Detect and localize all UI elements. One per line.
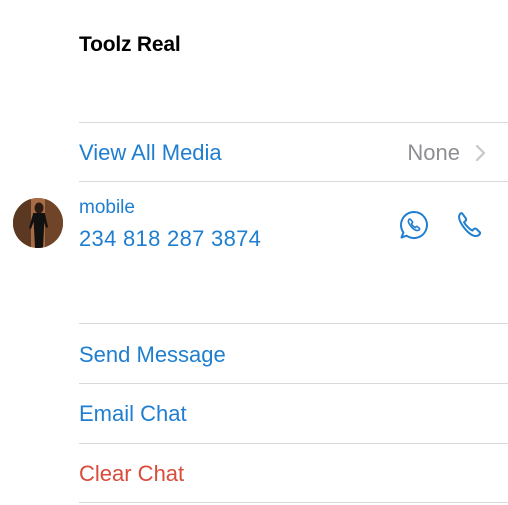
divider xyxy=(79,181,508,182)
divider xyxy=(79,383,508,384)
phone-number[interactable]: 234 818 287 3874 xyxy=(79,226,261,252)
contact-info-screen: Toolz Real View All Media None mobile 23… xyxy=(0,0,508,505)
media-count-value: None xyxy=(407,140,460,165)
divider xyxy=(79,122,508,123)
phone-type-label: mobile xyxy=(79,197,135,218)
contact-name: Toolz Real xyxy=(79,33,181,56)
divider xyxy=(79,323,508,324)
phone-icon[interactable] xyxy=(452,208,486,242)
avatar[interactable] xyxy=(13,198,63,248)
avatar-photo xyxy=(13,198,63,248)
send-message-button[interactable]: Send Message xyxy=(79,342,226,368)
whatsapp-icon[interactable] xyxy=(397,208,431,242)
chevron-right-icon[interactable] xyxy=(472,143,488,163)
divider xyxy=(79,443,508,444)
view-all-media-link[interactable]: View All Media xyxy=(79,140,222,166)
divider xyxy=(79,502,508,503)
clear-chat-button[interactable]: Clear Chat xyxy=(79,461,184,487)
email-chat-button[interactable]: Email Chat xyxy=(79,401,187,427)
